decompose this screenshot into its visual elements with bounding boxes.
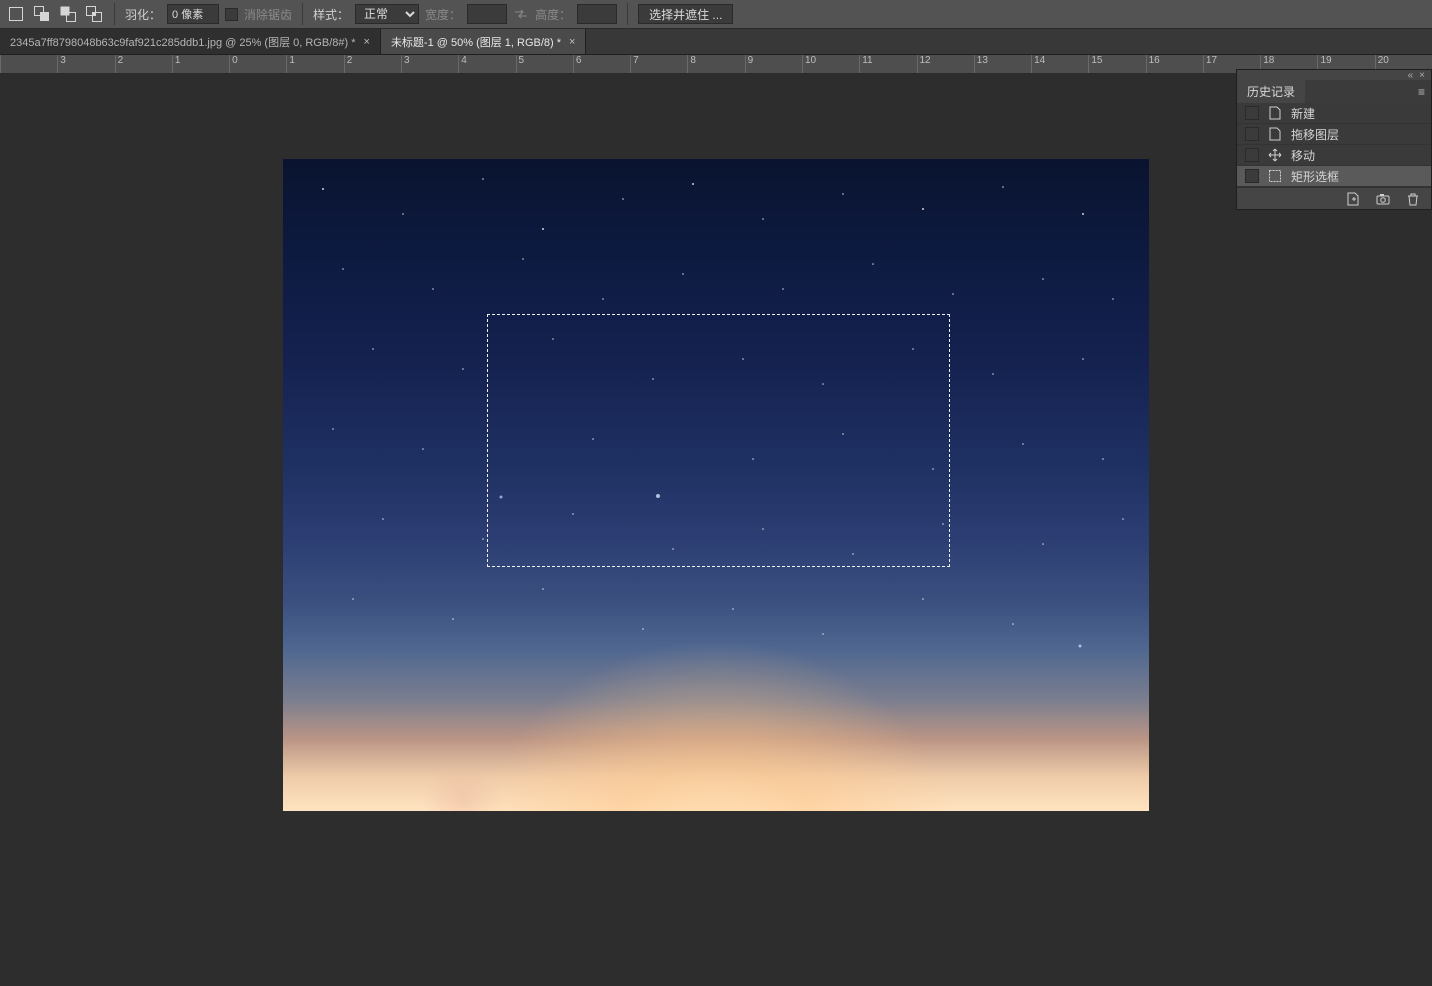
menu-icon[interactable]: ≡ <box>1418 85 1425 99</box>
ruler-tick: 2 <box>115 55 172 73</box>
panel-tab-bar: 历史记录 ≡ <box>1237 80 1431 103</box>
snapshot-slot[interactable] <box>1245 169 1259 183</box>
ruler-tick: 8 <box>687 55 744 73</box>
history-tab[interactable]: 历史记录 <box>1237 80 1305 103</box>
subtract-from-selection-icon[interactable] <box>58 4 78 24</box>
collapse-icon[interactable]: « <box>1408 70 1414 81</box>
select-and-mask-button[interactable]: 选择并遮住 ... <box>638 4 733 24</box>
close-icon[interactable]: × <box>1419 70 1425 81</box>
tab-label: 2345a7ff8798048b63c9faf921c285ddb1.jpg @… <box>10 34 356 50</box>
horizontal-ruler[interactable]: 3 2 1 0 1 2 3 4 5 6 7 8 9 10 11 12 13 14… <box>0 55 1432 73</box>
snapshot-slot[interactable] <box>1245 106 1259 120</box>
ruler-tick: 11 <box>859 55 916 73</box>
history-entry-label: 移动 <box>1291 147 1315 164</box>
ruler-tick: 5 <box>516 55 573 73</box>
horizon-glow <box>466 631 966 811</box>
history-entry-new[interactable]: 新建 <box>1237 103 1431 124</box>
width-label: 宽度： <box>425 6 461 23</box>
history-entry-drag-layer[interactable]: 拖移图层 <box>1237 124 1431 145</box>
ruler-tick: 13 <box>974 55 1031 73</box>
antialias-label: 消除锯齿 <box>244 6 292 23</box>
canvas-viewport[interactable] <box>0 73 1432 986</box>
ruler-tick: 0 <box>229 55 286 73</box>
ruler-tick: 3 <box>401 55 458 73</box>
panel-controls: « × <box>1237 70 1431 80</box>
add-to-selection-icon[interactable] <box>32 4 52 24</box>
canvas-area: 3 2 1 0 1 2 3 4 5 6 7 8 9 10 11 12 13 14… <box>0 55 1432 986</box>
ruler-tick: 3 <box>57 55 114 73</box>
new-selection-icon[interactable] <box>6 4 26 24</box>
ruler-tick: 1 <box>286 55 343 73</box>
separator <box>627 3 628 25</box>
tab-label: 未标题-1 @ 50% (图层 1, RGB/8) * <box>391 34 561 50</box>
separator <box>302 3 303 25</box>
ruler-tick: 14 <box>1031 55 1088 73</box>
ruler-tick: 15 <box>1088 55 1145 73</box>
document-tab-1[interactable]: 未标题-1 @ 50% (图层 1, RGB/8) * × <box>381 29 587 54</box>
ruler-tick: 7 <box>630 55 687 73</box>
antialias-checkbox <box>225 8 238 21</box>
document-canvas[interactable] <box>283 159 1149 811</box>
swap-wh-icon <box>513 6 529 22</box>
style-select[interactable]: 正常 <box>355 4 419 24</box>
workspace: 3 2 1 0 1 2 3 4 5 6 7 8 9 10 11 12 13 14… <box>0 55 1432 986</box>
options-bar: 羽化： 消除锯齿 样式： 正常 宽度： 高度： 选择并遮住 ... <box>0 0 1432 29</box>
doc-icon <box>1267 127 1283 141</box>
feather-input[interactable] <box>167 4 219 24</box>
camera-icon[interactable] <box>1373 189 1393 209</box>
trash-icon[interactable] <box>1403 189 1423 209</box>
snapshot-slot[interactable] <box>1245 127 1259 141</box>
feather-label: 羽化： <box>125 6 161 23</box>
photoshop-app: 羽化： 消除锯齿 样式： 正常 宽度： 高度： 选择并遮住 ... 2345a7… <box>0 0 1432 986</box>
height-field <box>577 4 617 24</box>
ruler-tick: 12 <box>917 55 974 73</box>
ruler-tick: 1 <box>172 55 229 73</box>
snapshot-slot[interactable] <box>1245 148 1259 162</box>
history-entry-move[interactable]: 移动 <box>1237 145 1431 166</box>
history-entry-label: 新建 <box>1291 105 1315 122</box>
document-tabs: 2345a7ff8798048b63c9faf921c285ddb1.jpg @… <box>0 29 1432 55</box>
document-tab-0[interactable]: 2345a7ff8798048b63c9faf921c285ddb1.jpg @… <box>0 29 381 54</box>
ruler-tick: 9 <box>745 55 802 73</box>
history-entry-label: 拖移图层 <box>1291 126 1339 143</box>
width-field <box>467 4 507 24</box>
ruler-tick: 16 <box>1146 55 1203 73</box>
intersect-selection-icon[interactable] <box>84 4 104 24</box>
history-entry-label: 矩形选框 <box>1291 168 1339 185</box>
doc-icon <box>1267 106 1283 120</box>
ruler-tick: 2 <box>344 55 401 73</box>
history-footer <box>1237 187 1431 209</box>
move-icon <box>1267 148 1283 162</box>
ruler-tick: 6 <box>573 55 630 73</box>
ruler-tick <box>0 55 57 73</box>
ruler-tick: 10 <box>802 55 859 73</box>
close-icon[interactable]: × <box>569 36 575 48</box>
history-panel: « × 历史记录 ≡ 新建 拖移图层 <box>1236 69 1432 210</box>
history-entry-marquee[interactable]: 矩形选框 <box>1237 166 1431 187</box>
separator <box>114 3 115 25</box>
close-icon[interactable]: × <box>364 36 370 48</box>
style-label: 样式： <box>313 6 349 23</box>
height-label: 高度： <box>535 6 571 23</box>
history-list: 新建 拖移图层 移动 矩形选框 <box>1237 103 1431 187</box>
marquee-icon <box>1267 169 1283 183</box>
rectangular-marquee-selection[interactable] <box>487 314 950 567</box>
ruler-tick: 4 <box>458 55 515 73</box>
create-document-icon[interactable] <box>1343 189 1363 209</box>
